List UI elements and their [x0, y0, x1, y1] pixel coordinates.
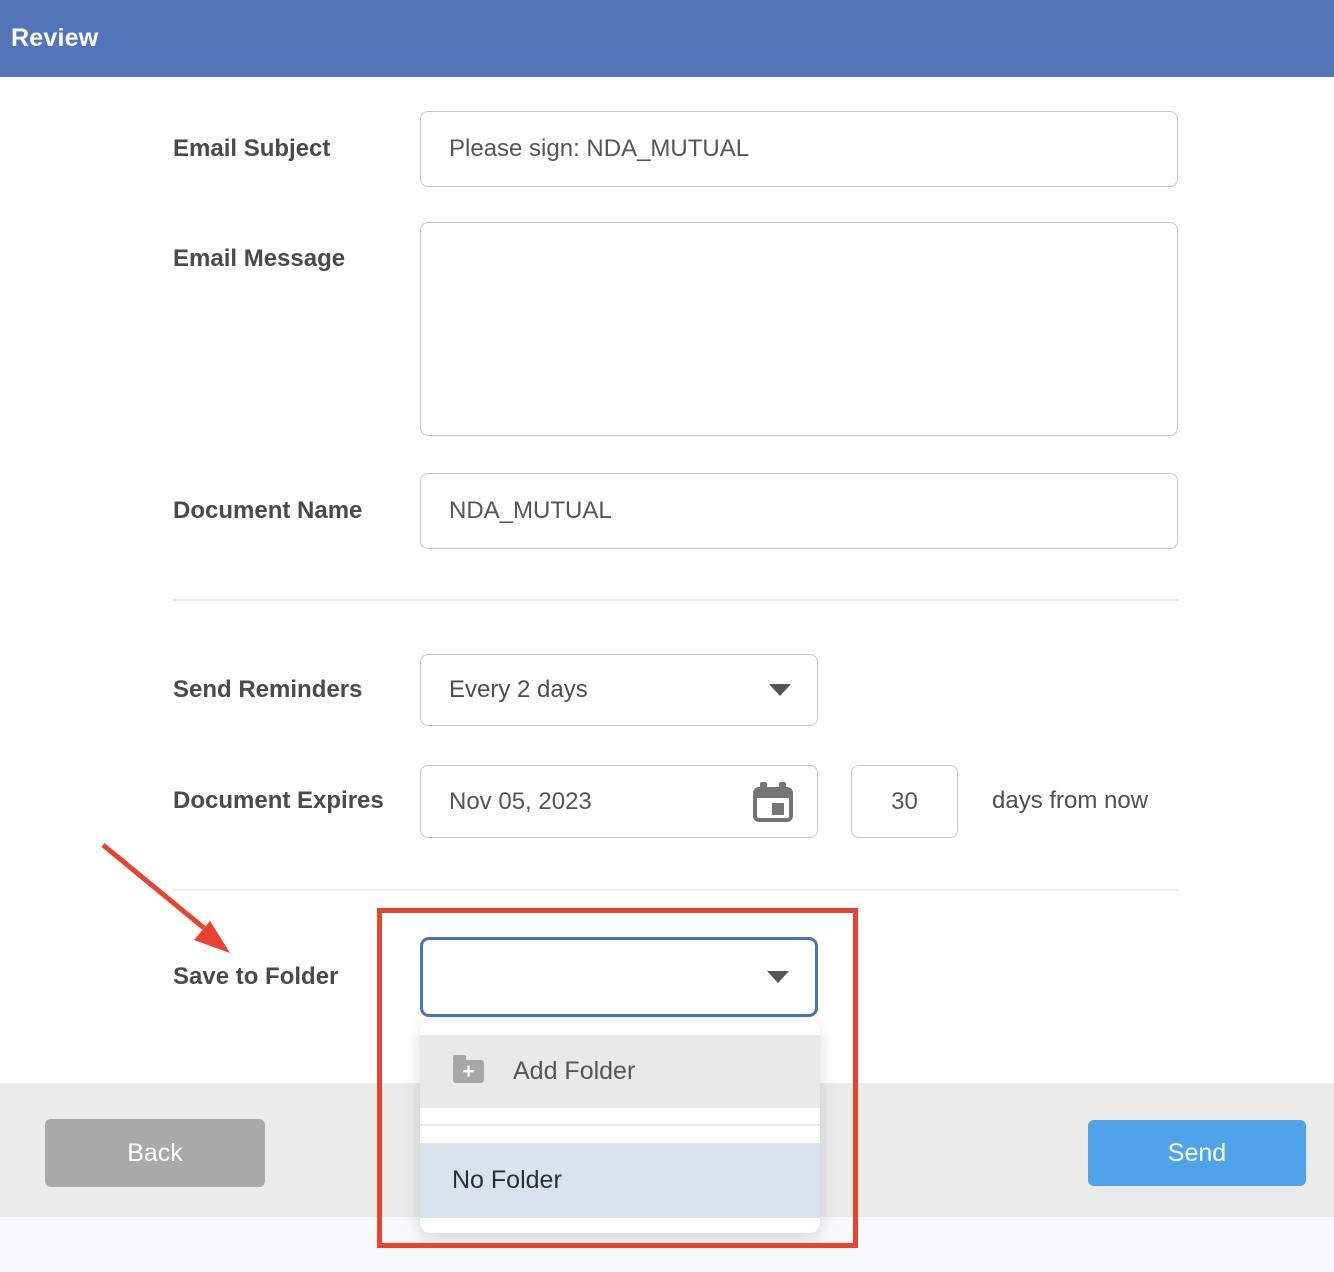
email-subject-input[interactable] [420, 111, 1178, 187]
email-message-label: Email Message [173, 244, 345, 274]
send-reminders-select[interactable]: Every 2 days [420, 654, 818, 726]
dropdown-separator [420, 1124, 820, 1126]
expiration-date-value: Nov 05, 2023 [449, 788, 592, 816]
chevron-down-icon [767, 971, 789, 983]
days-from-now-label: days from now [992, 786, 1148, 816]
folder-dropdown: Add Folder No Folder [420, 1022, 820, 1233]
document-name-label: Document Name [173, 496, 362, 526]
dropdown-item-add-folder[interactable]: Add Folder [420, 1035, 820, 1108]
save-to-folder-select[interactable] [420, 937, 818, 1017]
document-expires-label: Document Expires [173, 786, 384, 816]
chevron-down-icon [769, 684, 791, 696]
dropdown-item-label: Add Folder [513, 1057, 635, 1086]
send-reminders-label: Send Reminders [173, 675, 362, 705]
section-divider [173, 889, 1178, 891]
expiration-date-input[interactable]: Nov 05, 2023 [420, 765, 818, 838]
email-message-textarea[interactable] [420, 222, 1178, 436]
document-name-input[interactable] [420, 473, 1178, 549]
email-subject-label: Email Subject [173, 134, 330, 164]
back-button[interactable]: Back [45, 1119, 265, 1187]
section-divider [173, 599, 1178, 601]
send-reminders-value: Every 2 days [449, 676, 588, 704]
calendar-icon[interactable] [753, 782, 793, 822]
folder-plus-icon [453, 1060, 484, 1083]
dropdown-item-label: No Folder [452, 1166, 562, 1195]
save-to-folder-label: Save to Folder [173, 962, 338, 992]
dropdown-item-no-folder[interactable]: No Folder [420, 1143, 820, 1218]
send-button[interactable]: Send [1088, 1120, 1306, 1186]
page-title: Review [0, 24, 98, 53]
expiration-days-input[interactable] [851, 765, 958, 838]
review-header-bar: Review [0, 0, 1334, 77]
